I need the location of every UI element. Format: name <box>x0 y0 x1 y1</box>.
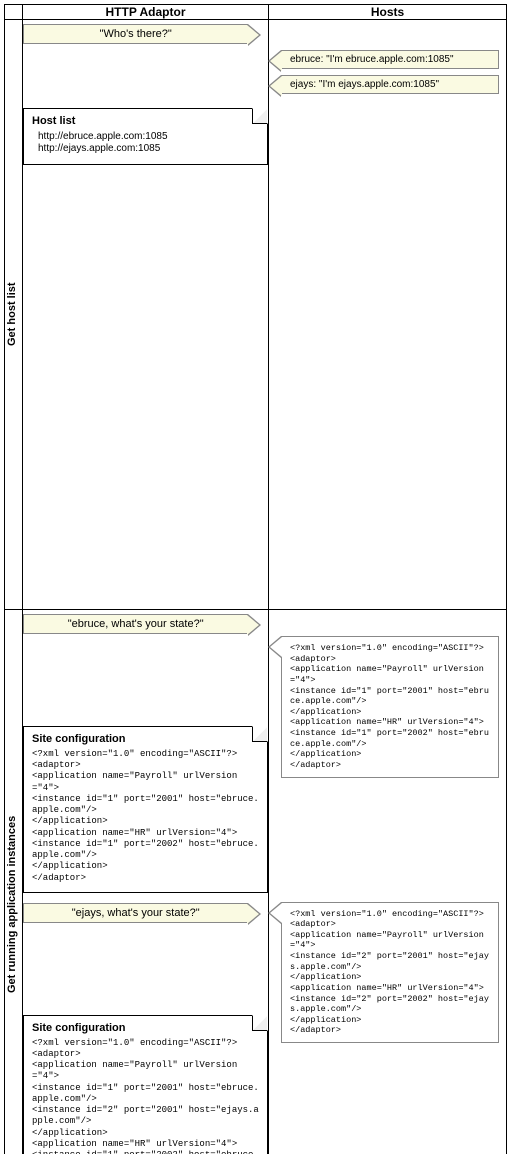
reply-ejays-identity: ejays: "I'm ejays.apple.com:1085" <box>281 75 499 94</box>
column-header-adaptor: HTTP Adaptor <box>23 5 269 20</box>
request-who-there: "Who's there?" <box>23 24 248 44</box>
corner-cell <box>5 5 23 20</box>
adaptor-cell-s2: "ebruce, what's your state?" Site config… <box>23 610 269 1154</box>
section-label-get-instances: Get running application instances <box>5 610 23 1154</box>
site-config-2-body: <?xml version="1.0" encoding="ASCII"?> <… <box>32 1038 259 1154</box>
reply-ebruce-state-xml: <?xml version="1.0" encoding="ASCII"?> <… <box>281 636 499 778</box>
sequence-diagram: HTTP Adaptor Hosts Get host list "Who's … <box>4 4 507 1154</box>
request-ebruce-state: "ebruce, what's your state?" <box>23 614 248 634</box>
site-config-1-body: <?xml version="1.0" encoding="ASCII"?> <… <box>32 749 259 884</box>
request-ejays-state: "ejays, what's your state?" <box>23 903 248 923</box>
host-list-box: Host list http://ebruce.apple.com:1085 h… <box>23 108 268 165</box>
column-header-hosts: Hosts <box>269 5 507 20</box>
hosts-cell-s2: <?xml version="1.0" encoding="ASCII"?> <… <box>269 610 507 1154</box>
section-label-get-host-list: Get host list <box>5 20 23 610</box>
site-config-2: Site configuration <?xml version="1.0" e… <box>23 1015 268 1154</box>
site-config-1: Site configuration <?xml version="1.0" e… <box>23 726 268 893</box>
reply-ebruce-identity: ebruce: "I'm ebruce.apple.com:1085" <box>281 50 499 69</box>
reply-ejays-state-xml: <?xml version="1.0" encoding="ASCII"?> <… <box>281 902 499 1044</box>
host-list-title: Host list <box>32 115 259 129</box>
site-config-2-title: Site configuration <box>32 1022 259 1036</box>
hosts-cell-s1: ebruce: "I'm ebruce.apple.com:1085" ejay… <box>269 20 507 610</box>
site-config-1-title: Site configuration <box>32 733 259 747</box>
adaptor-cell-s1: "Who's there?" Host list http://ebruce.a… <box>23 20 269 610</box>
host-list-body: http://ebruce.apple.com:1085 http://ejay… <box>32 131 259 156</box>
